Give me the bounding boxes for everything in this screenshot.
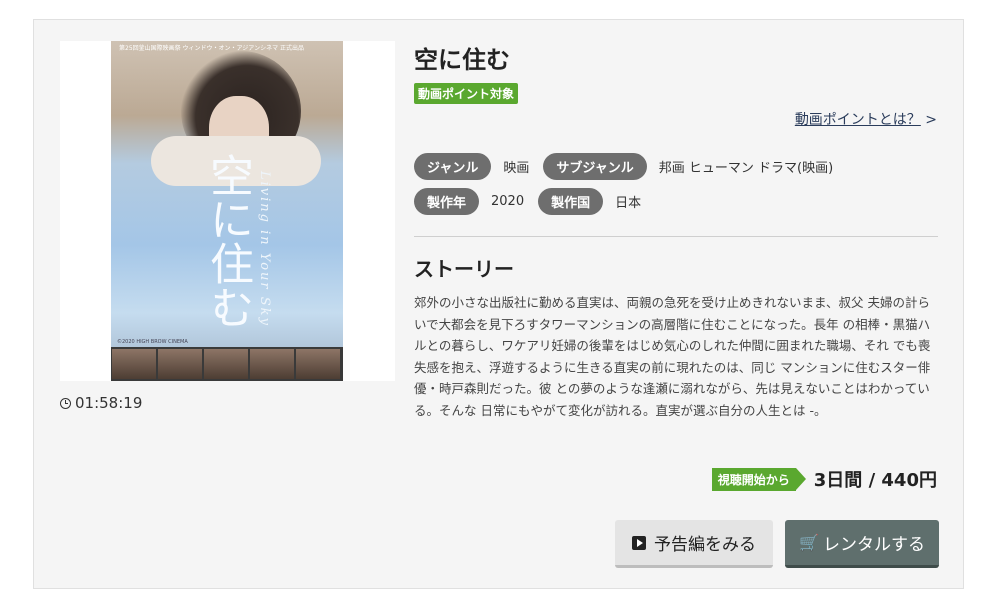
country-value: 日本	[615, 196, 642, 211]
genre-row: ジャンル 映画 サブジャンル 邦画 ヒューマン ドラマ(映画)	[414, 153, 847, 180]
poster-credit: ©2020 HIGH BROW CINEMA	[117, 339, 188, 345]
trailer-button-label: 予告編をみる	[654, 535, 756, 555]
production-row: 製作年 2020 製作国 日本	[414, 188, 655, 215]
point-info-link[interactable]: 動画ポイントとは？ >	[795, 109, 937, 129]
cast-photo	[158, 349, 202, 379]
movie-title: 空に住む	[414, 46, 510, 74]
movie-card: 第25回釜山国際映画祭 ウィンドウ・オン・アジアンシネマ 正式出品 空に住む L…	[33, 19, 964, 589]
chevron-right-icon: >	[925, 112, 937, 128]
viewing-period-tag: 視聴開始から	[711, 467, 806, 491]
poster-cast-strip	[111, 347, 343, 381]
rental-price: 3日間 / 440円	[813, 470, 937, 491]
genre-value[interactable]: 映画	[503, 157, 529, 176]
cast-photo	[296, 349, 340, 379]
story-heading: ストーリー	[414, 257, 514, 281]
genre-tag[interactable]: ジャンル	[414, 153, 492, 180]
country-tag: 製作国	[538, 188, 604, 215]
story-text: 郊外の小さな出版社に勤める直実は、両親の急死を受け止めきれないまま、叔父 夫婦の…	[414, 295, 931, 418]
price-row: 視聴開始から 3日間 / 440円	[711, 466, 937, 492]
trailer-button[interactable]: 予告編をみる	[615, 520, 773, 568]
cast-photo	[112, 349, 156, 379]
duration-value: 01:58:19	[75, 394, 143, 412]
subgenre-value[interactable]: 邦画 ヒューマン ドラマ(映画)	[659, 157, 833, 176]
clock-icon	[60, 397, 71, 409]
point-link-label[interactable]: 動画ポイントとは？	[795, 112, 921, 128]
point-eligible-badge: 動画ポイント対象	[414, 83, 519, 104]
rent-button[interactable]: 🛒 レンタルする	[785, 520, 939, 568]
cast-photo	[204, 349, 248, 379]
duration: 01:58:19	[60, 394, 142, 412]
year-value: 2020	[491, 194, 525, 209]
rent-button-label: レンタルする	[822, 535, 925, 555]
cast-photo	[250, 349, 294, 379]
poster-container: 第25回釜山国際映画祭 ウィンドウ・オン・アジアンシネマ 正式出品 空に住む L…	[60, 41, 395, 381]
poster-festival-text: 第25回釜山国際映画祭 ウィンドウ・オン・アジアンシネマ 正式出品	[119, 45, 304, 52]
movie-poster[interactable]: 第25回釜山国際映画祭 ウィンドウ・オン・アジアンシネマ 正式出品 空に住む L…	[111, 41, 343, 381]
year-tag: 製作年	[414, 188, 480, 215]
subgenre-tag[interactable]: サブジャンル	[543, 153, 647, 180]
poster-title: 空に住む	[202, 153, 253, 329]
poster-subtitle: Living in Your Sky	[257, 171, 272, 327]
divider	[414, 236, 938, 237]
play-icon	[632, 535, 646, 550]
cart-icon: 🛒	[799, 533, 819, 552]
